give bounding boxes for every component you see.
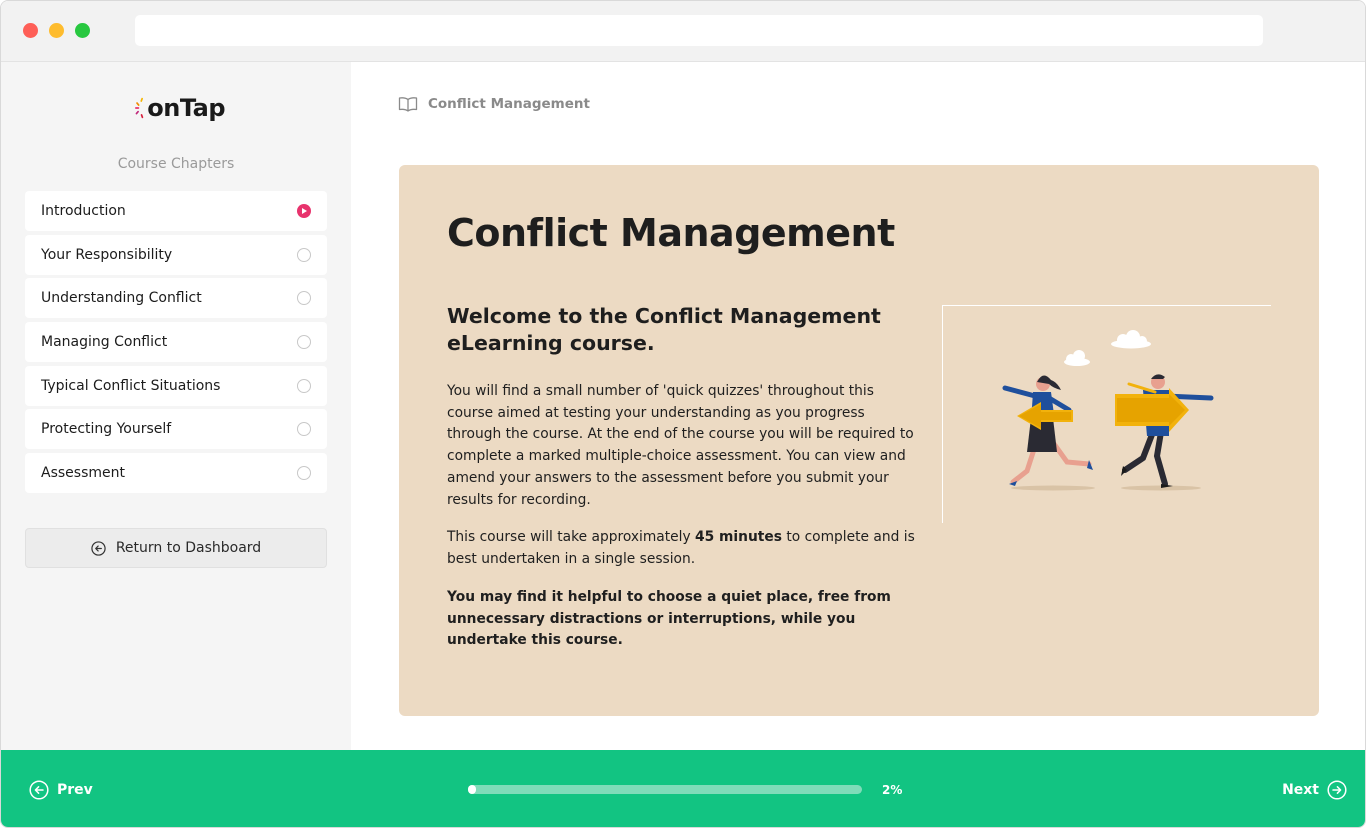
chapter-label: Understanding Conflict [41,290,202,307]
chapter-item-introduction[interactable]: Introduction [25,191,327,231]
chapter-label: Assessment [41,465,125,482]
chapter-label: Typical Conflict Situations [41,377,221,394]
next-button[interactable]: Next [1282,780,1347,800]
close-window-button[interactable] [23,23,38,38]
prev-button[interactable]: Prev [29,780,93,800]
chapter-item-protecting-yourself[interactable]: Protecting Yourself [25,409,327,450]
title-bar [1,1,1365,62]
course-progress-bar [468,785,862,794]
arrow-right-circle-icon [1327,780,1347,800]
chapter-item-your-responsibility[interactable]: Your Responsibility [25,234,327,275]
chapter-item-understanding-conflict[interactable]: Understanding Conflict [25,278,327,319]
maximize-window-button[interactable] [75,23,90,38]
chapter-item-assessment[interactable]: Assessment [25,453,327,494]
course-progress-fill [468,785,476,794]
breadcrumb: Conflict Management [398,96,590,112]
circle-status-icon [297,422,311,437]
chapter-list: Introduction Your Responsibility Underst… [25,191,327,497]
play-status-icon [297,204,311,218]
main-content: Conflict Management Conflict Management … [351,62,1365,750]
return-to-dashboard-button[interactable]: Return to Dashboard [25,528,327,568]
circle-status-icon [297,247,311,262]
chapter-label: Introduction [41,203,126,219]
running-people-with-arrows-image [1002,330,1214,491]
chapter-item-managing-conflict[interactable]: Managing Conflict [25,322,327,363]
logo-text: onTap [147,94,225,122]
intro-paragraph-quizzes: You will find a small number of 'quick q… [447,383,914,508]
address-bar[interactable] [135,15,1263,46]
circle-status-icon [297,291,311,306]
duration-text-before: This course will take approximately [447,529,696,545]
breadcrumb-course-title[interactable]: Conflict Management [428,96,590,112]
browser-window: onTap Course Chapters Introduction Your … [0,0,1366,828]
intro-card: Conflict Management Welcome to the Confl… [399,165,1319,716]
open-book-icon [398,97,418,112]
circle-status-icon [297,466,311,481]
chapter-item-typical-conflict-situations[interactable]: Typical Conflict Situations [25,365,327,406]
page-title: Conflict Management [447,211,895,255]
welcome-subtitle: Welcome to the Conflict Management eLear… [447,304,881,355]
course-chapters-heading: Course Chapters [117,156,235,172]
chapter-label: Protecting Yourself [41,421,172,438]
logo-sunburst-icon [135,97,144,119]
sidebar: onTap Course Chapters Introduction Your … [1,62,351,750]
ontap-logo: onTap [135,92,225,124]
duration-value: 45 minutes [695,529,782,545]
arrow-left-circle-icon [91,540,106,556]
chapter-label: Your Responsibility [41,246,173,263]
prev-label: Prev [57,782,93,798]
intro-paragraph-duration: This course will take approximately 45 m… [447,527,923,570]
next-label: Next [1282,782,1319,798]
chapter-label: Managing Conflict [41,334,168,351]
circle-status-icon [297,378,311,393]
navigation-footer: Prev 2% Next [1,750,1365,827]
course-progress-percent: 2% [882,783,903,797]
business-people-illustration [942,305,1271,523]
minimize-window-button[interactable] [49,23,64,38]
circle-status-icon [297,335,311,350]
arrow-left-circle-icon [29,780,49,800]
intro-paragraph-tip: You may find it helpful to choose a quie… [447,589,891,649]
return-to-dashboard-label: Return to Dashboard [115,540,262,556]
